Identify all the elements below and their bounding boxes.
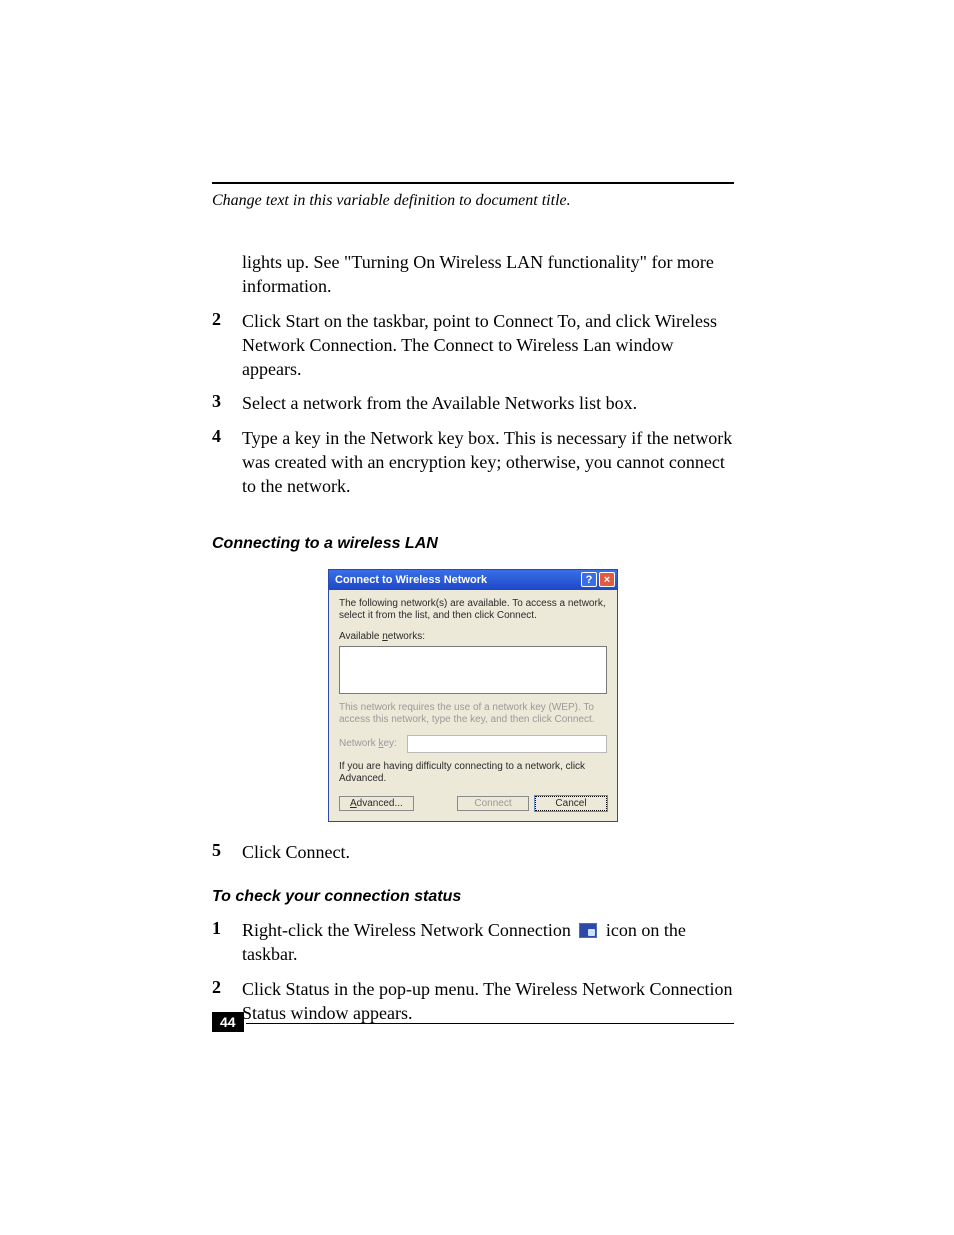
header-rule: [212, 182, 734, 184]
cancel-button[interactable]: Cancel: [535, 796, 607, 811]
connect-button[interactable]: Connect: [457, 796, 529, 811]
step-number: 4: [212, 426, 242, 499]
running-head: Change text in this variable definition …: [212, 192, 734, 210]
help-button[interactable]: ?: [581, 572, 597, 587]
step-number: 3: [212, 391, 242, 415]
step-item: 1 Right-click the Wireless Network Conne…: [212, 918, 734, 967]
subheading-check-status: To check your connection status: [212, 888, 734, 906]
dialog-titlebar[interactable]: Connect to Wireless Network ? ×: [329, 570, 617, 590]
footer-rule: [246, 1023, 734, 1024]
available-networks-listbox[interactable]: [339, 646, 607, 694]
advanced-note: If you are having difficulty connecting …: [339, 761, 607, 786]
step-text: Click Start on the taskbar, point to Con…: [242, 309, 734, 382]
available-networks-label: Available networks:: [339, 631, 607, 642]
page-number-badge: 44: [212, 1012, 244, 1032]
step-item: 4 Type a key in the Network key box. Thi…: [212, 426, 734, 499]
step-item: 2 Click Start on the taskbar, point to C…: [212, 309, 734, 382]
network-key-label: Network key:: [339, 738, 407, 749]
step-number: 5: [212, 840, 242, 864]
step-number: 2: [212, 309, 242, 382]
page-footer: 44: [212, 1012, 734, 1024]
lead-paragraph: lights up. See "Turning On Wireless LAN …: [242, 250, 734, 299]
step-text-pre: Right-click the Wireless Network Connect…: [242, 920, 575, 940]
step-item: 3 Select a network from the Available Ne…: [212, 391, 734, 415]
dialog-title: Connect to Wireless Network: [335, 574, 579, 586]
advanced-button[interactable]: Advanced...: [339, 796, 414, 811]
step-number: 1: [212, 918, 242, 967]
step-text: Select a network from the Available Netw…: [242, 391, 734, 415]
dialog-connect-wireless: Connect to Wireless Network ? × The foll…: [328, 569, 618, 822]
step-item: 5 Click Connect.: [212, 840, 734, 864]
figure-caption: Connecting to a wireless LAN: [212, 535, 734, 553]
wireless-connection-icon: [579, 923, 597, 938]
close-button[interactable]: ×: [599, 572, 615, 587]
dialog-intro-text: The following network(s) are available. …: [339, 598, 607, 623]
network-key-input[interactable]: [407, 735, 607, 753]
step-text: Right-click the Wireless Network Connect…: [242, 918, 734, 967]
wep-note: This network requires the use of a netwo…: [339, 702, 607, 727]
step-text: Type a key in the Network key box. This …: [242, 426, 734, 499]
step-text: Click Connect.: [242, 840, 734, 864]
